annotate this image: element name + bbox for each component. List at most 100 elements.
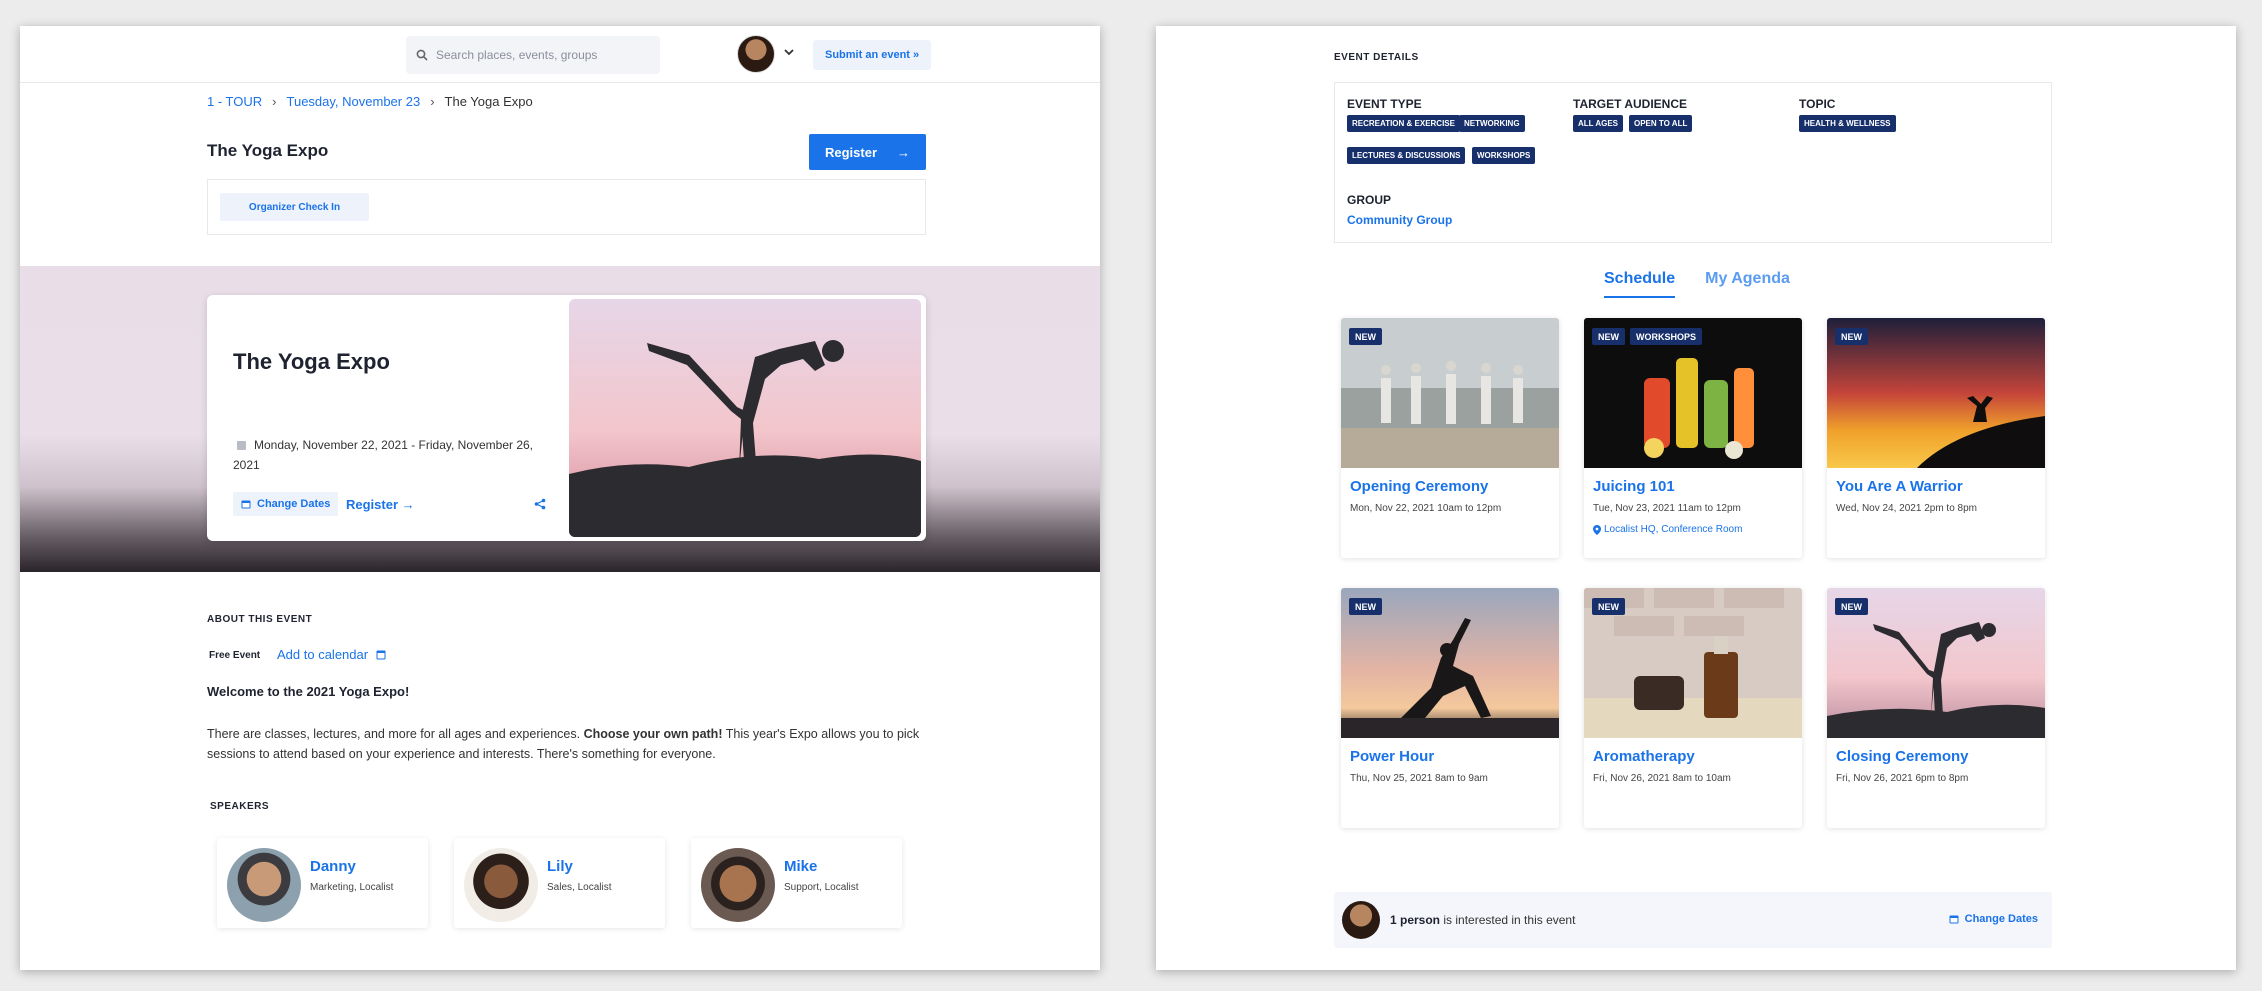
search-input[interactable] <box>436 48 646 62</box>
speaker-card-mike[interactable]: Mike Support, Localist <box>691 838 902 928</box>
interest-text: 1 person is interested in this event <box>1390 913 1575 927</box>
desc-pre: There are classes, lectures, and more fo… <box>207 727 584 741</box>
target-audience-label: TARGET AUDIENCE <box>1573 97 1687 111</box>
topic-label: TOPIC <box>1799 97 1836 111</box>
organizer-check-in-button[interactable]: Organizer Check In <box>220 193 369 221</box>
session-time: Fri, Nov 26, 2021 6pm to 8pm <box>1836 773 1969 784</box>
user-avatar[interactable] <box>737 35 775 73</box>
session-location-text: Localist HQ, Conference Room <box>1604 524 1743 535</box>
tab-my-agenda[interactable]: My Agenda <box>1705 270 1790 298</box>
speaker-role: Support, Localist <box>784 882 859 893</box>
session-time: Fri, Nov 26, 2021 8am to 10am <box>1593 773 1731 784</box>
tag-health-wellness[interactable]: HEALTH & WELLNESS <box>1799 115 1896 132</box>
change-dates-button[interactable]: Change Dates <box>233 492 339 516</box>
badge-new: NEW <box>1835 328 1868 345</box>
tag-lectures-discussions[interactable]: LECTURES & DISCUSSIONS <box>1347 147 1466 164</box>
speaker-avatar <box>701 848 775 922</box>
event-details-box: EVENT TYPE RECREATION & EXERCISE NETWORK… <box>1334 82 2052 243</box>
hero-yoga-image <box>569 299 921 537</box>
speaker-avatar <box>227 848 301 922</box>
speaker-card-danny[interactable]: Danny Marketing, Localist <box>217 838 428 928</box>
badge-new: NEW <box>1592 598 1625 615</box>
calendar-icon <box>237 441 246 450</box>
speaker-name[interactable]: Lily <box>547 858 573 875</box>
speaker-role: Sales, Localist <box>547 882 612 893</box>
session-card[interactable]: NEW You Are A Warrior Wed, Nov 24, 2021 … <box>1827 318 2045 558</box>
organizer-box: Organizer Check In <box>207 179 926 235</box>
welcome-text: Welcome to the 2021 Yoga Expo! <box>207 684 410 699</box>
session-title[interactable]: You Are A Warrior <box>1836 478 1963 495</box>
badge-new: NEW <box>1349 328 1382 345</box>
interested-user-avatar <box>1342 901 1380 939</box>
top-navigation-bar: Submit an event » <box>20 26 1100 83</box>
event-date-text: Monday, November 22, 2021 - Friday, Nove… <box>233 438 534 472</box>
search-box[interactable] <box>406 36 660 74</box>
footer-change-dates-button[interactable]: Change Dates <box>1949 913 2038 925</box>
breadcrumb: 1 - TOUR › Tuesday, November 23 › The Yo… <box>207 94 533 109</box>
share-icon[interactable] <box>534 498 546 510</box>
chevron-down-icon[interactable] <box>783 46 795 58</box>
event-date-range: Monday, November 22, 2021 - Friday, Nove… <box>233 435 563 475</box>
session-title[interactable]: Aromatherapy <box>1593 748 1695 765</box>
about-heading: ABOUT THIS EVENT <box>207 614 313 625</box>
group-label: GROUP <box>1347 193 1392 207</box>
interest-suffix: is interested in this event <box>1440 913 1576 927</box>
speaker-name[interactable]: Mike <box>784 858 817 875</box>
session-title[interactable]: Opening Ceremony <box>1350 478 1488 495</box>
session-card[interactable]: NEW Opening Ceremony Mon, Nov 22, 2021 1… <box>1341 318 1559 558</box>
search-icon <box>416 49 428 61</box>
hero-title: The Yoga Expo <box>233 349 390 374</box>
interest-count: 1 person <box>1390 913 1441 927</box>
session-card[interactable]: NEW Closing Ceremony Fri, Nov 26, 2021 6… <box>1827 588 2045 828</box>
free-event-label: Free Event <box>209 650 261 661</box>
badge-new: NEW <box>1835 598 1868 615</box>
session-card[interactable]: NEW Aromatherapy Fri, Nov 26, 2021 8am t… <box>1584 588 1802 828</box>
session-time: Mon, Nov 22, 2021 10am to 12pm <box>1350 503 1502 514</box>
session-title[interactable]: Power Hour <box>1350 748 1434 765</box>
tag-workshops[interactable]: WORKSHOPS <box>1472 147 1536 164</box>
calendar-icon <box>1949 915 1959 924</box>
tag-recreation-exercise[interactable]: RECREATION & EXERCISE <box>1347 115 1460 132</box>
tag-all-ages[interactable]: ALL AGES <box>1573 115 1624 132</box>
chevron-right-icon: › <box>272 94 277 109</box>
tag-networking[interactable]: NETWORKING <box>1459 115 1525 132</box>
calendar-icon <box>376 650 386 660</box>
session-title[interactable]: Juicing 101 <box>1593 478 1675 495</box>
calendar-icon <box>241 500 251 509</box>
session-time: Wed, Nov 24, 2021 2pm to 8pm <box>1836 503 1978 514</box>
event-type-label: EVENT TYPE <box>1347 97 1422 111</box>
speaker-role: Marketing, Localist <box>310 882 394 893</box>
arrow-right-icon: → <box>897 144 910 160</box>
add-to-calendar-label: Add to calendar <box>277 647 369 662</box>
hero-register-link[interactable]: Register → <box>346 497 415 512</box>
change-dates-label: Change Dates <box>257 498 331 510</box>
submit-event-button[interactable]: Submit an event » <box>813 40 932 70</box>
session-title[interactable]: Closing Ceremony <box>1836 748 1969 765</box>
event-description: There are classes, lectures, and more fo… <box>207 724 927 764</box>
tag-open-to-all[interactable]: OPEN TO ALL <box>1629 115 1693 132</box>
session-card[interactable]: NEW Power Hour Thu, Nov 25, 2021 8am to … <box>1341 588 1559 828</box>
register-button[interactable]: Register → <box>809 134 926 170</box>
hero-card: The Yoga Expo Monday, November 22, 2021 … <box>207 295 926 541</box>
map-pin-icon <box>1593 524 1601 535</box>
schedule-tabs: Schedule My Agenda <box>1604 270 1790 298</box>
register-label: Register <box>825 144 878 160</box>
badge-new: NEW <box>1349 598 1382 615</box>
interest-bar: 1 person is interested in this event Cha… <box>1334 892 2052 948</box>
tab-schedule[interactable]: Schedule <box>1604 270 1676 298</box>
event-details-heading: EVENT DETAILS <box>1334 52 1419 63</box>
speaker-name[interactable]: Danny <box>310 858 356 875</box>
badge-new: NEW <box>1592 328 1625 345</box>
group-link[interactable]: Community Group <box>1347 213 1452 227</box>
event-details-panel: EVENT DETAILS EVENT TYPE RECREATION & EX… <box>1156 26 2236 970</box>
session-card[interactable]: NEW WORKSHOPS Juicing 101 Tue, Nov 23, 2… <box>1584 318 1802 558</box>
desc-bold: Choose your own path! <box>583 727 723 741</box>
speaker-card-lily[interactable]: Lily Sales, Localist <box>454 838 665 928</box>
breadcrumb-date[interactable]: Tuesday, November 23 <box>287 94 421 109</box>
add-to-calendar-link[interactable]: Add to calendar <box>277 647 386 662</box>
breadcrumb-tour[interactable]: 1 - TOUR <box>207 94 262 109</box>
hero-banner: The Yoga Expo Monday, November 22, 2021 … <box>20 266 1100 572</box>
session-location[interactable]: Localist HQ, Conference Room <box>1593 524 1742 535</box>
page-title: The Yoga Expo <box>207 141 329 160</box>
session-time: Tue, Nov 23, 2021 11am to 12pm <box>1593 503 1741 514</box>
